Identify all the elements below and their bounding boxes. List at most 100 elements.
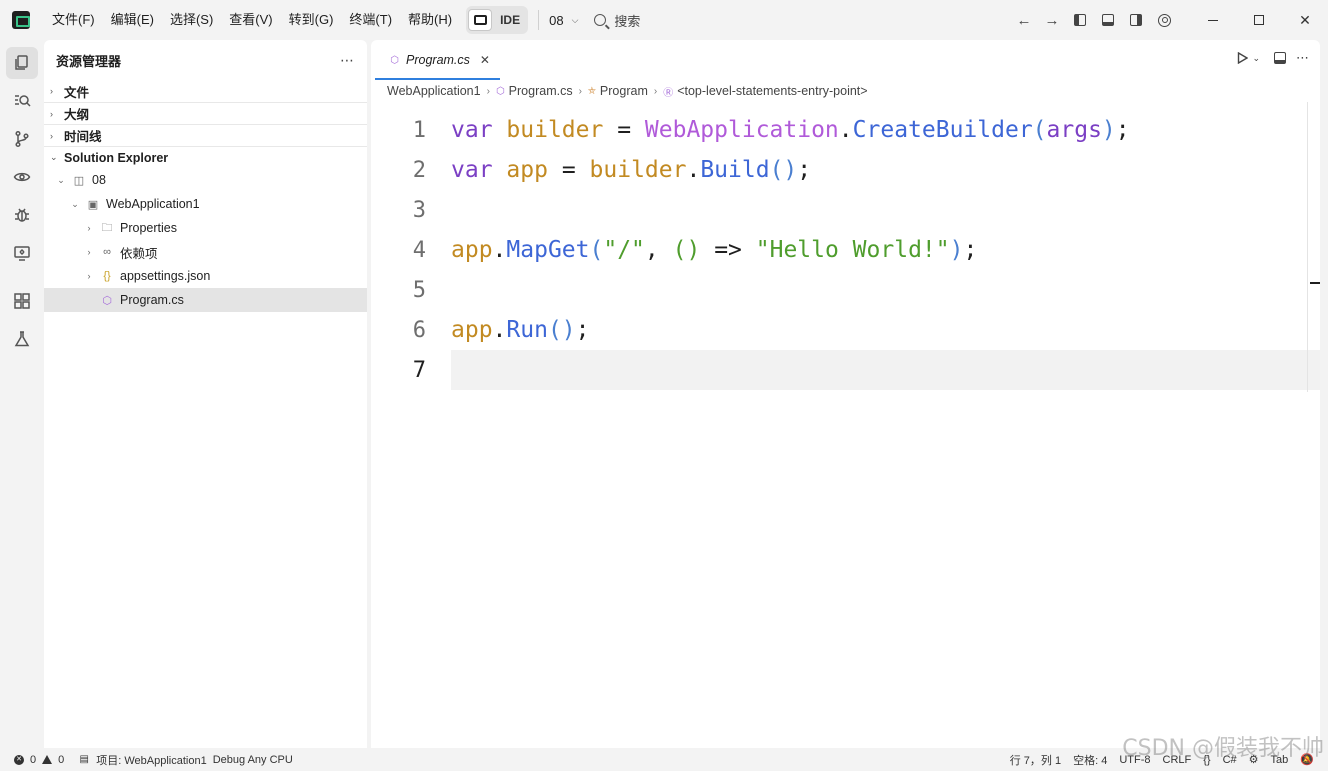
chevron-down-icon: ⌄ bbox=[50, 152, 58, 162]
chevron-down-icon: ⌄ bbox=[57, 174, 65, 185]
csharp-file-icon: ⬡ bbox=[390, 54, 399, 66]
menu-help[interactable]: 帮助(H) bbox=[400, 0, 460, 40]
explorer-icon[interactable] bbox=[6, 47, 38, 79]
section-label: 大纲 bbox=[64, 108, 90, 122]
search-icon bbox=[594, 14, 607, 26]
menu-selection[interactable]: 选择(S) bbox=[162, 0, 221, 40]
tree-item-properties[interactable]: › 🗀 Properties bbox=[44, 216, 367, 240]
toggle-panel-icon[interactable] bbox=[1094, 6, 1122, 34]
activity-bar bbox=[0, 40, 44, 748]
menu-terminal[interactable]: 终端(T) bbox=[341, 0, 400, 40]
breadcrumb-class[interactable]: Program bbox=[600, 84, 648, 98]
tree-item-label: Properties bbox=[120, 221, 177, 235]
remote-explorer-icon[interactable] bbox=[6, 237, 38, 269]
account-icon[interactable] bbox=[1150, 6, 1178, 34]
line-number: 2 bbox=[412, 157, 426, 183]
close-icon[interactable]: ✕ bbox=[480, 53, 490, 67]
code-text: app.Run(); bbox=[451, 317, 590, 343]
status-left: ✕ 0 0 ▤ 项目: WebApplication1 Debug Any CP… bbox=[0, 752, 293, 768]
tree-item-label: Program.cs bbox=[120, 293, 184, 307]
ide-mode-toggle[interactable]: IDE bbox=[466, 6, 529, 34]
more-actions-icon[interactable]: ⋯ bbox=[340, 52, 355, 69]
code-line: 4 app.MapGet("/", () => "Hello World!"); bbox=[371, 230, 1320, 270]
menu-view[interactable]: 查看(V) bbox=[221, 0, 280, 40]
breadcrumb-member[interactable]: <top-level-statements-entry-point> bbox=[677, 84, 867, 98]
title-bar: 文件(F) 编辑(E) 选择(S) 查看(V) 转到(G) 终端(T) 帮助(H… bbox=[0, 0, 1328, 40]
line-number: 5 bbox=[412, 277, 426, 303]
explorer-panel: 资源管理器 ⋯ › 文件 › 大纲 › 时间线 ⌄ Solution Explo… bbox=[44, 40, 367, 748]
search-view-icon[interactable] bbox=[6, 85, 38, 117]
status-project[interactable]: 项目: WebApplication1 bbox=[96, 752, 206, 768]
app-logo-icon bbox=[12, 11, 30, 29]
line-number: 3 bbox=[412, 197, 426, 223]
json-file-icon: {} bbox=[103, 270, 111, 282]
code-line: 1 var builder = WebApplication.CreateBui… bbox=[371, 110, 1320, 150]
status-position[interactable]: 行 7，列 1 bbox=[1010, 752, 1061, 768]
method-icon: Ⓡ bbox=[663, 87, 674, 99]
solution-icon: ◫ bbox=[73, 174, 85, 187]
editor-tabs: ⬡ Program.cs ✕ ⌄ ⋯ bbox=[371, 40, 1320, 80]
warning-count[interactable]: 0 bbox=[58, 754, 64, 766]
toggle-primary-sidebar-icon[interactable] bbox=[1066, 6, 1094, 34]
maximize-button[interactable] bbox=[1236, 0, 1282, 40]
split-editor-icon[interactable] bbox=[1274, 52, 1286, 64]
tree-item-appsettings[interactable]: › {} appsettings.json bbox=[44, 264, 367, 288]
tree-item-project[interactable]: ⌄ ▣ WebApplication1 bbox=[44, 192, 367, 216]
more-actions-icon[interactable]: ⋯ bbox=[1296, 50, 1310, 66]
menu-edit[interactable]: 编辑(E) bbox=[103, 0, 162, 40]
run-icon[interactable] bbox=[1237, 51, 1249, 65]
section-solution-explorer[interactable]: ⌄ Solution Explorer bbox=[44, 146, 367, 168]
code-text: app.MapGet("/", () => "Hello World!"); bbox=[451, 237, 978, 263]
class-icon: ⛤ bbox=[587, 85, 596, 97]
editor-actions: ⌄ ⋯ bbox=[1237, 50, 1310, 66]
chevron-right-icon: › bbox=[486, 85, 490, 97]
chevron-down-icon[interactable]: ⌄ bbox=[1252, 53, 1260, 64]
error-count[interactable]: 0 bbox=[30, 754, 36, 766]
section-outline[interactable]: › 大纲 bbox=[44, 102, 367, 124]
vertical-scrollbar[interactable] bbox=[1307, 102, 1308, 392]
tree-item-dependencies[interactable]: › ∞ 依赖项 bbox=[44, 240, 367, 264]
menu-file[interactable]: 文件(F) bbox=[44, 0, 103, 40]
search-label: 搜索 bbox=[614, 13, 641, 29]
debug-icon[interactable] bbox=[6, 199, 38, 231]
section-label: Solution Explorer bbox=[64, 150, 169, 165]
code-text: var app = builder.Build(); bbox=[451, 157, 812, 183]
breadcrumb-file[interactable]: Program.cs bbox=[509, 84, 573, 98]
preview-eye-icon[interactable] bbox=[6, 161, 38, 193]
section-timeline[interactable]: › 时间线 bbox=[44, 124, 367, 146]
testing-flask-icon[interactable] bbox=[6, 323, 38, 355]
folder-icon: 🗀 bbox=[101, 221, 113, 234]
extensions-icon[interactable] bbox=[6, 285, 38, 317]
arrow-left-icon[interactable]: ← bbox=[1010, 6, 1038, 34]
menu-go[interactable]: 转到(G) bbox=[281, 0, 342, 40]
tree-item-program-cs[interactable]: ⬡ Program.cs bbox=[44, 288, 367, 312]
source-control-icon[interactable] bbox=[6, 123, 38, 155]
tree-item-solution[interactable]: ⌄ ◫ 08 bbox=[44, 168, 367, 192]
chevron-right-icon: › bbox=[50, 108, 53, 119]
chevron-right-icon: › bbox=[50, 130, 53, 141]
chevron-right-icon: › bbox=[50, 86, 53, 96]
explorer-title: 资源管理器 bbox=[56, 53, 122, 69]
command-search[interactable]: 搜索 bbox=[594, 11, 640, 30]
chevron-right-icon: › bbox=[578, 85, 582, 97]
watermark-text: CSDN @假装我不帅 bbox=[1122, 736, 1324, 761]
section-files[interactable]: › 文件 bbox=[44, 80, 367, 102]
warning-icon[interactable] bbox=[42, 755, 53, 764]
code-line: 3 bbox=[371, 190, 1320, 230]
minimize-button[interactable] bbox=[1190, 0, 1236, 40]
code-editor[interactable]: 1 var builder = WebApplication.CreateBui… bbox=[371, 110, 1320, 390]
csharp-file-icon: ⬡ bbox=[495, 85, 505, 97]
tab-program-cs[interactable]: ⬡ Program.cs ✕ bbox=[375, 42, 500, 80]
close-window-button[interactable]: ✕ bbox=[1282, 0, 1328, 40]
status-spaces[interactable]: 空格: 4 bbox=[1073, 752, 1107, 768]
ide-mode-icon bbox=[468, 9, 493, 31]
status-config[interactable]: Debug Any CPU bbox=[213, 754, 293, 766]
workspace-selector[interactable]: 08 ⌵ bbox=[549, 13, 578, 28]
toggle-secondary-sidebar-icon[interactable] bbox=[1122, 6, 1150, 34]
breadcrumb-project[interactable]: WebApplication1 bbox=[387, 84, 481, 98]
project-icon: ▤ bbox=[79, 754, 89, 765]
line-number: 4 bbox=[412, 237, 426, 263]
arrow-right-icon[interactable]: → bbox=[1038, 6, 1066, 34]
error-icon[interactable]: ✕ bbox=[14, 754, 24, 765]
tree-item-label: 08 bbox=[92, 173, 106, 187]
